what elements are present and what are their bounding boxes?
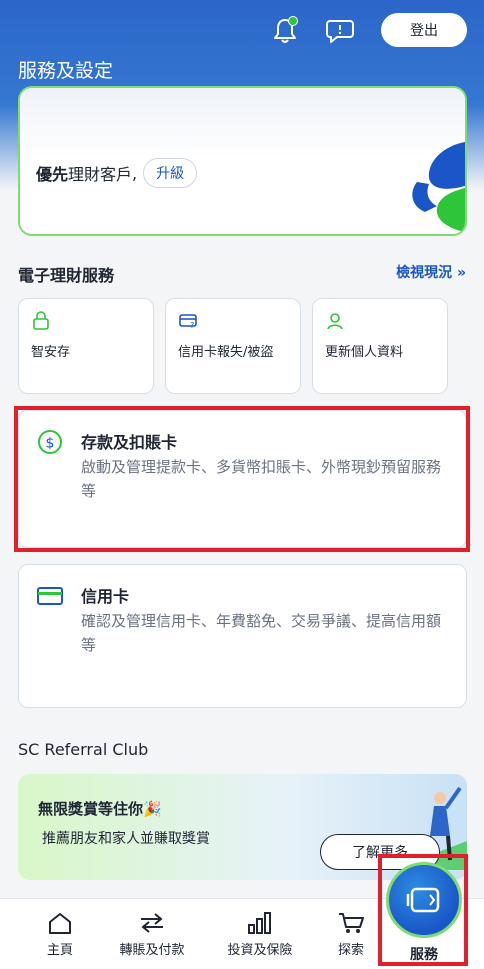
notification-bell-icon[interactable] bbox=[268, 14, 302, 48]
card-report-icon: ? bbox=[179, 314, 197, 330]
svg-text:?: ? bbox=[190, 321, 194, 330]
referral-headline-text: 無限獎賞等住你 bbox=[38, 800, 144, 818]
chat-icon[interactable] bbox=[323, 14, 357, 48]
profile-card[interactable]: 優先 理財客戶 , 升級 bbox=[18, 86, 467, 236]
tier-separator: , bbox=[132, 163, 138, 183]
services-bubble bbox=[386, 862, 462, 938]
page-title: 服務及設定 bbox=[18, 60, 114, 82]
deposit-description: 啟動及管理提款卡、多貨幣扣賬卡、外幣現鈔預留服務等 bbox=[81, 458, 442, 500]
nav-invest[interactable]: 投資及保險 bbox=[215, 911, 305, 958]
referral-subtitle: 推薦朋友和家人並賺取獎賞 bbox=[42, 831, 210, 847]
referral-section-title: SC Referral Club bbox=[18, 740, 149, 759]
nav-home[interactable]: 主頁 bbox=[15, 911, 105, 958]
nav-services[interactable]: 服務 bbox=[380, 856, 468, 966]
nav-label: 投資及保險 bbox=[227, 943, 293, 958]
party-popper-icon: 🎉 bbox=[143, 800, 162, 818]
nav-transfer[interactable]: 轉賬及付款 bbox=[107, 911, 197, 958]
notification-dot bbox=[288, 16, 298, 26]
credit-title: 信用卡 bbox=[81, 587, 130, 606]
tile-update-profile[interactable]: 更新個人資料 bbox=[312, 298, 448, 394]
home-icon bbox=[49, 913, 71, 934]
logout-button[interactable]: 登出 bbox=[381, 13, 467, 47]
credit-card-icon bbox=[37, 587, 63, 605]
nav-label: 服務 bbox=[410, 947, 438, 963]
tile-label: 更新個人資料 bbox=[325, 345, 404, 360]
referral-headline: 無限獎賞等住你🎉 bbox=[38, 798, 162, 819]
nav-label: 主頁 bbox=[46, 943, 73, 958]
profile-card-tint bbox=[20, 88, 465, 158]
services-card-icon bbox=[406, 887, 440, 913]
tile-card-report[interactable]: ? 信用卡報失/被盜 bbox=[165, 298, 301, 394]
dollar-icon: $ bbox=[38, 430, 62, 454]
bar-chart-icon bbox=[248, 912, 271, 934]
tile-label: 信用卡報失/被盜 bbox=[178, 345, 274, 360]
credit-description: 確認及管理信用卡、年費豁免、交易爭議、提高信用額等 bbox=[81, 612, 442, 654]
tile-safe-deposit[interactable]: 智安存 bbox=[18, 298, 154, 394]
person-icon bbox=[327, 313, 343, 330]
lock-icon bbox=[33, 311, 49, 330]
ebanking-section-title: 電子理財服務 bbox=[18, 266, 115, 285]
transfer-icon bbox=[141, 913, 163, 933]
nav-label: 探索 bbox=[337, 943, 364, 958]
tile-label: 智安存 bbox=[31, 345, 71, 360]
nav-label: 轉賬及付款 bbox=[119, 943, 185, 958]
customer-tier: 優先 理財客戶 , 升級 bbox=[36, 158, 198, 188]
sc-logo-icon bbox=[412, 142, 465, 232]
deposit-title: 存款及扣賬卡 bbox=[81, 433, 178, 452]
shopping-cart-icon bbox=[339, 913, 364, 933]
deposit-debit-card-item[interactable]: $ 存款及扣賬卡 啟動及管理提款卡、多貨幣扣賬卡、外幣現鈔預留服務等 bbox=[18, 410, 467, 548]
tier-rest-text: 理財客戶 bbox=[68, 165, 133, 184]
credit-card-item[interactable]: 信用卡 確認及管理信用卡、年費豁免、交易爭議、提高信用額等 bbox=[18, 564, 467, 708]
top-bar: 登出 bbox=[0, 0, 484, 60]
view-status-link[interactable]: 檢視現況 » bbox=[396, 262, 466, 282]
tier-bold-text: 優先 bbox=[36, 165, 69, 184]
svg-text:$: $ bbox=[46, 436, 55, 452]
upgrade-button[interactable]: 升級 bbox=[143, 158, 198, 188]
